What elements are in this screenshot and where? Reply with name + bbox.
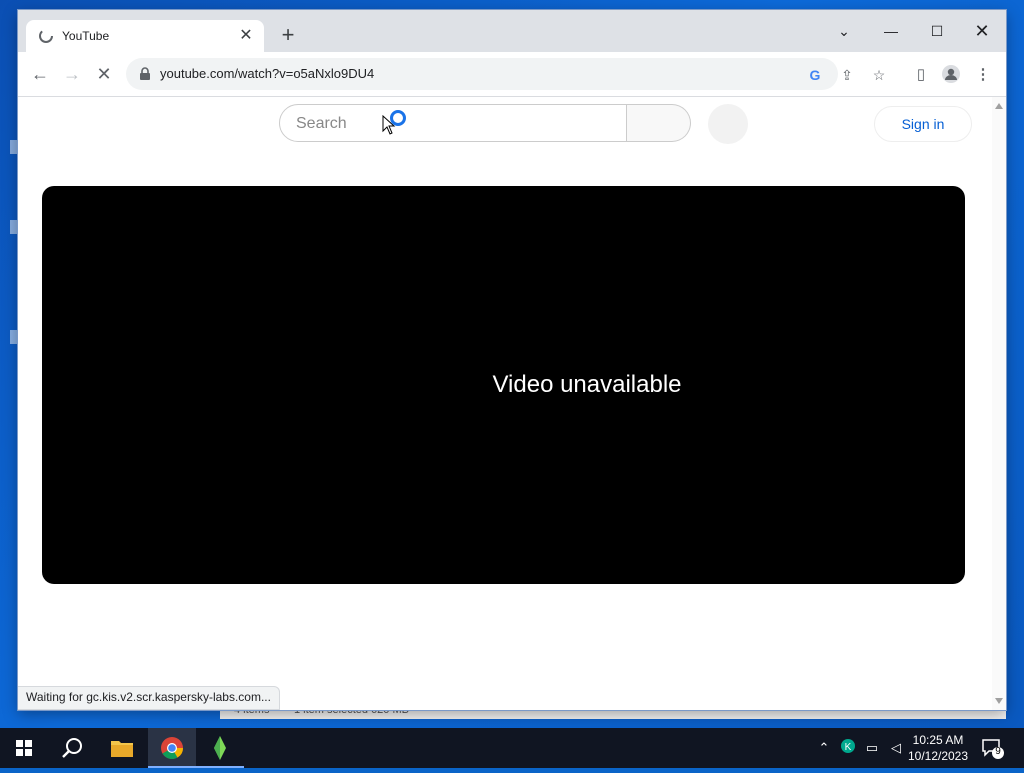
title-bar: YouTube ✕ + ⌄ — ☐ ✕ [18, 10, 1006, 52]
notification-center-icon[interactable]: 9 [980, 736, 1004, 760]
search-box[interactable]: Search [279, 104, 627, 142]
scroll-down-arrow-icon[interactable] [995, 698, 1003, 704]
menu-icon[interactable]: ⋮ [972, 64, 994, 86]
file-explorer-icon[interactable] [98, 728, 146, 768]
kaspersky-tray-icon[interactable]: K [838, 738, 858, 758]
tab-youtube[interactable]: YouTube ✕ [26, 20, 264, 52]
lock-icon[interactable] [138, 67, 152, 81]
desktop-icon-edge[interactable] [10, 140, 18, 154]
share-icon[interactable]: ⇪ [838, 66, 856, 84]
new-tab-button[interactable]: + [276, 24, 300, 48]
taskbar: ⌃ K ▭ ◁ 10:25 AM 10/12/2023 9 [0, 728, 1024, 768]
video-player[interactable]: Video unavailable [42, 186, 965, 584]
desktop-icon-edge[interactable] [10, 220, 18, 234]
volume-muted-icon[interactable]: ◁ [886, 738, 906, 758]
tab-search-chevron-icon[interactable]: ⌄ [822, 16, 866, 46]
clock[interactable]: 10:25 AM 10/12/2023 [906, 732, 970, 764]
search-input[interactable]: Search [296, 115, 347, 133]
start-button[interactable] [0, 728, 48, 768]
stop-loading-button[interactable]: ✕ [92, 62, 116, 86]
search-button[interactable] [627, 104, 691, 142]
loading-favicon-icon [39, 29, 53, 43]
green-app-icon[interactable] [196, 728, 244, 768]
tab-title: YouTube [62, 29, 110, 43]
page-content: Search Sign in Video unavailable Waiting… [18, 97, 992, 710]
network-icon[interactable]: ▭ [862, 738, 882, 758]
profile-avatar-icon[interactable] [940, 64, 962, 86]
scroll-up-arrow-icon[interactable] [995, 103, 1003, 109]
minimize-button[interactable]: — [869, 16, 913, 46]
status-bubble: Waiting for gc.kis.v2.scr.kaspersky-labs… [18, 686, 280, 710]
back-button[interactable]: ← [28, 62, 52, 86]
bookmark-star-icon[interactable]: ☆ [870, 66, 888, 84]
close-window-button[interactable]: ✕ [960, 16, 1004, 46]
desktop-icon-edge[interactable] [10, 330, 18, 344]
voice-search-button[interactable] [708, 104, 748, 144]
clock-date: 10/12/2023 [907, 749, 969, 763]
tab-close-icon[interactable]: ✕ [236, 26, 256, 46]
busy-spinner-icon [390, 110, 406, 126]
url-text[interactable]: youtube.com/watch?v=o5aNxlo9DU4 [160, 66, 374, 81]
address-bar[interactable]: youtube.com/watch?v=o5aNxlo9DU4 G ⇪ ☆ [126, 58, 885, 90]
google-lens-icon[interactable]: G [806, 66, 824, 84]
notification-count: 9 [995, 746, 1001, 757]
forward-button[interactable]: → [60, 62, 84, 86]
taskbar-search-icon[interactable] [48, 728, 96, 768]
chrome-icon[interactable] [148, 728, 196, 768]
video-unavailable-message: Video unavailable [492, 371, 682, 398]
clock-time: 10:25 AM [912, 733, 964, 747]
browser-toolbar: ← → ✕ youtube.com/watch?v=o5aNxlo9DU4 G … [18, 52, 1006, 97]
sign-in-button[interactable]: Sign in [874, 106, 972, 142]
page-scrollbar[interactable] [992, 97, 1006, 710]
tray-chevron-up-icon[interactable]: ⌃ [814, 738, 834, 758]
browser-window: YouTube ✕ + ⌄ — ☐ ✕ ← → ✕ youtube.com/wa… [18, 10, 1006, 710]
maximize-button[interactable]: ☐ [915, 16, 959, 46]
svg-text:K: K [845, 742, 852, 753]
side-panel-icon[interactable]: ▯ [910, 64, 932, 86]
